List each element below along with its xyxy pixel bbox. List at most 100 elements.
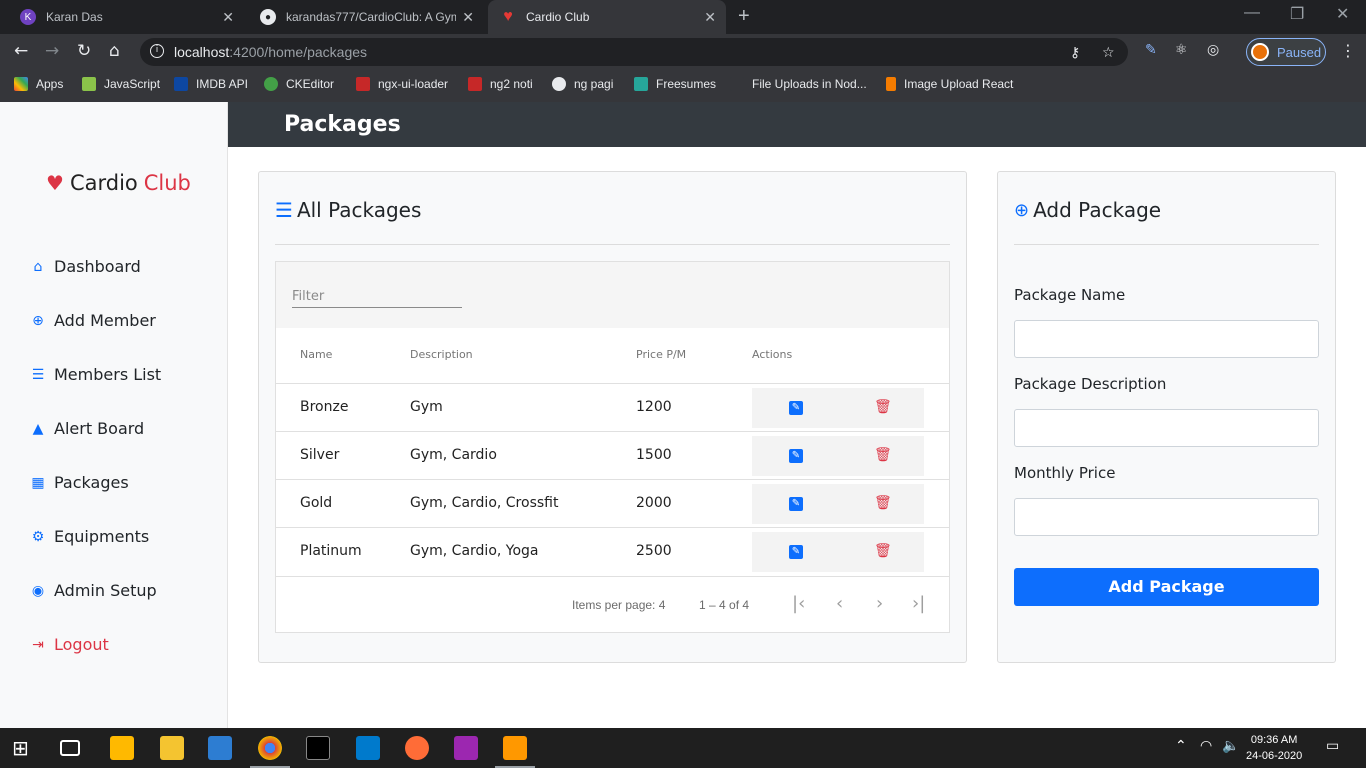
brand-logo[interactable]: ♥ Cardio Club xyxy=(46,171,191,195)
bookmark-javascript[interactable]: JavaScript xyxy=(82,77,160,91)
close-icon[interactable]: ✕ xyxy=(222,9,234,26)
edit-icon[interactable]: ✎ xyxy=(789,545,803,559)
wifi-icon[interactable]: ◠ xyxy=(1200,738,1212,754)
browser-tab-karan-das[interactable]: K Karan Das ✕ xyxy=(8,0,244,34)
volume-icon[interactable]: 🔈 xyxy=(1222,738,1239,754)
extension-icon[interactable]: ✎ xyxy=(1145,42,1157,58)
bookmark-icon xyxy=(264,77,278,91)
clock-date: 24-06-2020 xyxy=(1246,750,1303,762)
store-icon[interactable] xyxy=(110,736,134,760)
sidebar-item-admin-setup[interactable]: ◉ Admin Setup xyxy=(30,581,157,600)
bookmark-imdb-api[interactable]: IMDB API xyxy=(174,77,248,91)
url-text[interactable]: localhost:4200/home/packages xyxy=(174,44,367,60)
trash-icon[interactable]: 🗑 xyxy=(874,399,892,415)
filter-input[interactable] xyxy=(292,286,462,308)
star-icon[interactable]: ☆ xyxy=(1102,45,1115,61)
package-name-input[interactable] xyxy=(1014,320,1319,358)
home-icon: ⌂ xyxy=(33,258,43,275)
sidebar-item-logout[interactable]: ⇥ Logout xyxy=(30,635,109,654)
edit-icon[interactable]: ✎ xyxy=(789,449,803,463)
bookmark-file-uploads[interactable]: File Uploads in Nod... xyxy=(730,77,867,91)
column-header-actions: Actions xyxy=(752,348,793,361)
postman-icon[interactable] xyxy=(405,736,429,760)
bookmark-ckeditor[interactable]: CKEditor xyxy=(264,77,334,91)
chrome-icon[interactable] xyxy=(258,736,282,760)
sidebar-item-members-list[interactable]: ☰ Members List xyxy=(30,365,161,384)
profile-button[interactable]: Paused xyxy=(1246,38,1326,66)
key-icon[interactable]: ⚷ xyxy=(1070,45,1080,61)
column-header-description[interactable]: Description xyxy=(410,348,473,361)
address-bar[interactable]: i localhost:4200/home/packages ⚷ ☆ xyxy=(140,38,1128,66)
media-player-icon[interactable] xyxy=(208,736,232,760)
close-icon[interactable]: ✕ xyxy=(462,9,474,26)
edit-icon[interactable]: ✎ xyxy=(789,401,803,415)
globe-icon xyxy=(552,77,566,91)
bookmark-icon xyxy=(82,77,96,91)
file-explorer-icon[interactable] xyxy=(160,736,184,760)
browser-tab-github[interactable]: ● karandas777/CardioClub: A Gym ✕ xyxy=(248,0,484,34)
system-clock[interactable]: 09:36 AM 24-06-2020 xyxy=(1246,732,1302,764)
cell-description: Gym, Cardio, Yoga xyxy=(410,543,539,559)
sublime-icon[interactable] xyxy=(503,736,527,760)
trash-icon[interactable]: 🗑 xyxy=(874,543,892,559)
sidebar-item-label: Members List xyxy=(54,365,162,384)
minimize-icon[interactable]: — xyxy=(1244,4,1260,22)
windows-start-icon[interactable]: ⊞ xyxy=(12,736,36,760)
home-icon[interactable]: ⌂ xyxy=(109,41,120,61)
sidebar-item-dashboard[interactable]: ⌂ Dashboard xyxy=(30,257,141,276)
sidebar-item-label: Logout xyxy=(54,635,109,654)
target-icon[interactable]: ◎ xyxy=(1207,42,1219,58)
window-close-icon[interactable]: ✕ xyxy=(1336,4,1349,24)
close-icon[interactable]: ✕ xyxy=(704,9,716,26)
terminal-icon[interactable] xyxy=(306,736,330,760)
bookmark-ngx-ui-loader[interactable]: ngx-ui-loader xyxy=(356,77,448,91)
sidebar-item-equipments[interactable]: ⚙ Equipments xyxy=(30,527,149,546)
reload-icon[interactable]: ↻ xyxy=(77,41,91,61)
edit-icon[interactable]: ✎ xyxy=(789,497,803,511)
bookmark-ng-pagi[interactable]: ng pagi xyxy=(552,77,613,91)
monthly-price-input[interactable] xyxy=(1014,498,1319,536)
card-title-text: All Packages xyxy=(296,198,422,222)
column-header-price[interactable]: Price P/M xyxy=(636,348,686,361)
menu-dots-icon[interactable]: ⋮ xyxy=(1340,41,1356,60)
first-page-icon[interactable]: |‹ xyxy=(792,593,805,614)
vscode-icon[interactable] xyxy=(356,736,380,760)
browser-tab-strip: K Karan Das ✕ ● karandas777/CardioClub: … xyxy=(0,0,1366,34)
bookmark-freesumes[interactable]: Freesumes xyxy=(634,77,716,91)
browser-tab-cardio-club[interactable]: ♥ Cardio Club ✕ xyxy=(488,0,726,34)
trash-icon[interactable]: 🗑 xyxy=(874,447,892,463)
heart-icon: ♥ xyxy=(503,8,513,25)
table-row: Bronze Gym 1200 ✎ 🗑 xyxy=(276,383,949,431)
column-header-name[interactable]: Name xyxy=(300,348,332,361)
info-icon[interactable]: i xyxy=(150,44,164,58)
sidebar-item-add-member[interactable]: ⊕ Add Member xyxy=(30,311,156,330)
restore-icon[interactable]: ❐ xyxy=(1290,4,1304,24)
forward-icon[interactable]: → xyxy=(45,41,59,61)
bookmark-image-upload-react[interactable]: Image Upload React xyxy=(886,77,1013,91)
trash-icon[interactable]: 🗑 xyxy=(874,495,892,511)
cell-price: 2500 xyxy=(636,543,672,559)
npm-icon xyxy=(468,77,482,91)
heartbeat-icon: ♥ xyxy=(46,171,64,195)
task-view-icon[interactable] xyxy=(60,740,80,756)
actions-cell: ✎ 🗑 xyxy=(752,484,924,524)
plus-circle-icon: ⊕ xyxy=(1014,199,1030,221)
react-devtools-icon[interactable]: ⚛ xyxy=(1175,42,1188,58)
previous-page-icon[interactable]: ‹ xyxy=(836,593,843,614)
chevron-up-icon[interactable]: ⌃ xyxy=(1175,738,1187,754)
sign-out-icon: ⇥ xyxy=(32,636,44,653)
notification-icon[interactable]: ▭ xyxy=(1326,738,1339,754)
new-tab-button[interactable]: + xyxy=(738,5,750,28)
back-icon[interactable]: ← xyxy=(14,41,28,61)
filter-zone xyxy=(276,262,949,328)
add-package-button[interactable]: Add Package xyxy=(1014,568,1319,606)
items-per-page-value[interactable]: 4 xyxy=(659,598,666,612)
sidebar-item-packages[interactable]: ▦ Packages xyxy=(30,473,128,492)
git-icon[interactable] xyxy=(454,736,478,760)
package-description-input[interactable] xyxy=(1014,409,1319,447)
last-page-icon[interactable]: ›| xyxy=(912,593,925,614)
next-page-icon[interactable]: › xyxy=(876,593,883,614)
sidebar-item-alert-board[interactable]: ▲ Alert Board xyxy=(30,419,145,438)
bookmark-ng2-noti[interactable]: ng2 noti xyxy=(468,77,533,91)
bookmark-apps[interactable]: Apps xyxy=(14,77,63,91)
